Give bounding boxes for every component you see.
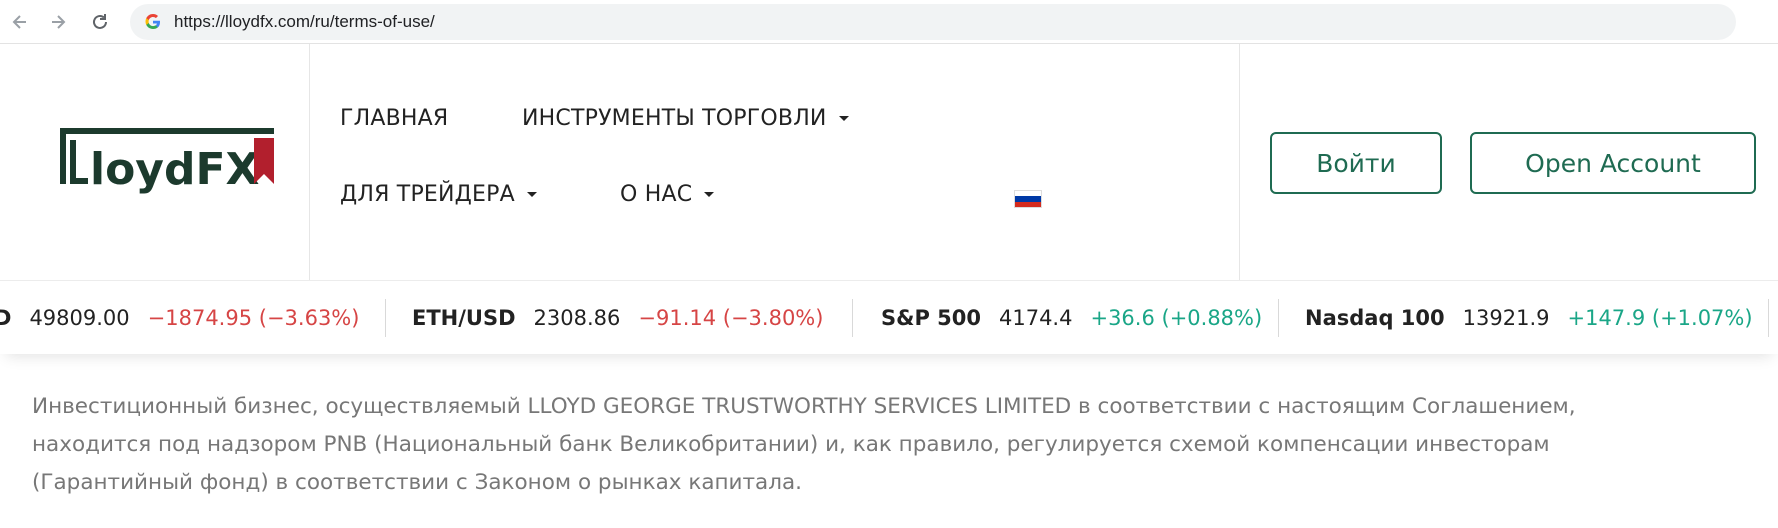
nav-trading-instruments-label: ИНСТРУМЕНТЫ ТОРГОВЛИ bbox=[522, 106, 827, 131]
ticker-price: 2308.86 bbox=[533, 306, 621, 330]
ticker-symbol: S&P 500 bbox=[881, 306, 981, 330]
browser-toolbar: https://lloydfx.com/ru/terms-of-use/ bbox=[0, 0, 1778, 44]
ticker-divider bbox=[852, 299, 853, 337]
ticker-price: 13921.9 bbox=[1462, 306, 1550, 330]
ticker-item[interactable]: S&P 500 4174.4 +36.6 (+0.88%) bbox=[881, 281, 1262, 354]
back-button[interactable] bbox=[6, 8, 34, 36]
main-menu: ГЛАВНАЯ ИНСТРУМЕНТЫ ТОРГОВЛИ ДЛЯ ТРЕЙДЕР… bbox=[310, 44, 1240, 280]
login-button-label: Войти bbox=[1316, 148, 1396, 178]
price-ticker: D 49809.00 −1874.95 (−3.63%) ETH/USD 230… bbox=[0, 280, 1778, 354]
ticker-change: +147.9 (+1.07%) bbox=[1567, 306, 1753, 330]
ticker-change: −1874.95 (−3.63%) bbox=[147, 306, 360, 330]
paragraph-line: (Гарантийный фонд) в соответствии с Зако… bbox=[32, 470, 802, 495]
google-icon bbox=[144, 13, 162, 31]
forward-button[interactable] bbox=[44, 8, 72, 36]
arrow-right-icon bbox=[52, 15, 66, 29]
ticker-divider bbox=[385, 299, 386, 337]
paragraph-line: Инвестиционный бизнес, осуществляемый LL… bbox=[32, 394, 1576, 419]
nav-about[interactable]: О НАС bbox=[620, 182, 715, 207]
logo-cell: loydFX bbox=[0, 44, 310, 280]
nav-home-label: ГЛАВНАЯ bbox=[340, 106, 449, 131]
open-account-button[interactable]: Open Account bbox=[1470, 132, 1756, 194]
caret-down-icon bbox=[704, 192, 715, 197]
nav-for-trader[interactable]: ДЛЯ ТРЕЙДЕРА bbox=[340, 182, 537, 207]
lloydfx-logo[interactable]: loydFX bbox=[60, 128, 280, 200]
ticker-item[interactable]: D 49809.00 −1874.95 (−3.63%) bbox=[0, 281, 359, 354]
ticker-symbol: D bbox=[0, 306, 11, 330]
address-bar[interactable]: https://lloydfx.com/ru/terms-of-use/ bbox=[130, 4, 1736, 40]
ticker-symbol: Nasdaq 100 bbox=[1305, 306, 1445, 330]
nav-about-label: О НАС bbox=[620, 182, 693, 207]
reload-icon bbox=[93, 14, 107, 29]
open-account-button-label: Open Account bbox=[1525, 148, 1701, 178]
url-text[interactable]: https://lloydfx.com/ru/terms-of-use/ bbox=[174, 12, 435, 32]
terms-paragraph: Инвестиционный бизнес, осуществляемый LL… bbox=[32, 388, 1752, 502]
reload-button[interactable] bbox=[86, 8, 114, 36]
ru-flag-icon[interactable] bbox=[1014, 190, 1042, 208]
login-button[interactable]: Войти bbox=[1270, 132, 1442, 194]
ticker-price: 49809.00 bbox=[29, 306, 130, 330]
ticker-change: −91.14 (−3.80%) bbox=[638, 306, 824, 330]
ticker-price: 4174.4 bbox=[998, 306, 1073, 330]
ticker-change: +36.6 (+0.88%) bbox=[1090, 306, 1263, 330]
arrow-left-icon bbox=[12, 15, 26, 29]
ticker-item[interactable]: ETH/USD 2308.86 −91.14 (−3.80%) bbox=[412, 281, 823, 354]
paragraph-line: находится под надзором PNB (Национальный… bbox=[32, 432, 1550, 457]
caret-down-icon bbox=[838, 116, 849, 121]
logo-text: loydFX bbox=[90, 144, 260, 195]
nav-home[interactable]: ГЛАВНАЯ bbox=[340, 106, 448, 131]
ticker-divider bbox=[1768, 299, 1769, 337]
ticker-divider bbox=[1278, 299, 1279, 337]
ticker-item[interactable]: Nasdaq 100 13921.9 +147.9 (+1.07%) bbox=[1305, 281, 1753, 354]
nav-trading-instruments[interactable]: ИНСТРУМЕНТЫ ТОРГОВЛИ bbox=[522, 106, 849, 131]
caret-down-icon bbox=[526, 192, 537, 197]
site-header: loydFX ГЛАВНАЯ ИНСТРУМЕНТЫ ТОРГОВЛИ ДЛЯ … bbox=[0, 44, 1778, 280]
nav-for-trader-label: ДЛЯ ТРЕЙДЕРА bbox=[340, 182, 515, 207]
ticker-symbol: ETH/USD bbox=[412, 306, 516, 330]
